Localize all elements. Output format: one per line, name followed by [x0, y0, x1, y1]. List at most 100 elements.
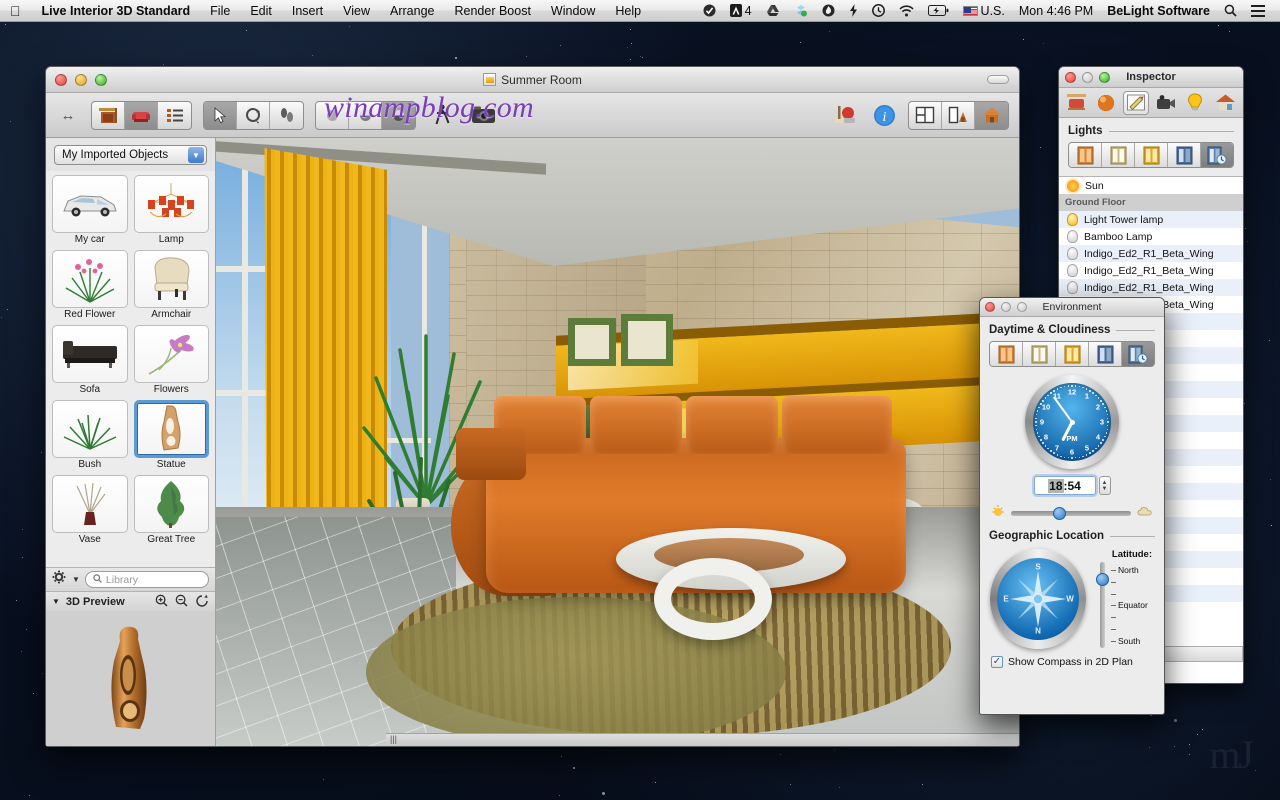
walk-tool-icon[interactable]	[270, 102, 303, 129]
gear-menu-chevron-icon[interactable]: ▼	[72, 575, 80, 584]
list-item[interactable]: Light Tower lamp	[1059, 211, 1243, 228]
night-icon[interactable]	[1089, 342, 1122, 366]
menu-render-boost[interactable]: Render Boost	[444, 0, 540, 22]
plan-2d-view-icon[interactable]	[909, 101, 942, 129]
menu-arrange[interactable]: Arrange	[380, 0, 444, 22]
3d-preview-viewport[interactable]	[46, 611, 215, 746]
furniture-tool-icon[interactable]	[125, 101, 158, 129]
custom-time-icon[interactable]	[1122, 342, 1154, 366]
search-input[interactable]: Library	[84, 571, 209, 588]
building-icon[interactable]	[1212, 91, 1238, 115]
latitude-slider[interactable]: North Equator South	[1092, 562, 1154, 648]
bulb-off-icon[interactable]	[1067, 264, 1078, 277]
menu-help[interactable]: Help	[605, 0, 651, 22]
menu-app-name[interactable]: Live Interior 3D Standard	[32, 0, 201, 22]
library-category-popup[interactable]: My Imported Objects ▼	[54, 145, 207, 165]
stepper-up-down-icon[interactable]: ▲ ▼	[1098, 476, 1111, 495]
render-boost-icon[interactable]	[830, 101, 860, 130]
checkmark-badge-icon[interactable]	[696, 4, 723, 17]
compass-control[interactable]: S N E W	[990, 549, 1086, 649]
edit-pencil-icon[interactable]	[1123, 90, 1150, 115]
object-properties-icon[interactable]	[1064, 91, 1090, 115]
time-machine-icon[interactable]	[865, 4, 892, 17]
list-icon[interactable]	[1244, 4, 1272, 17]
disclosure-triangle-icon[interactable]: ▼	[52, 597, 60, 606]
list-item[interactable]: Sun	[1059, 177, 1243, 194]
info-icon[interactable]: i	[869, 101, 899, 130]
menubar-user[interactable]: BeLight Software	[1100, 4, 1217, 18]
3d-scene-viewport[interactable]: |||	[216, 138, 1019, 746]
camera-icon[interactable]	[1153, 91, 1179, 115]
zoom-out-icon[interactable]	[175, 594, 188, 610]
resize-arrows-icon[interactable]: ↔	[56, 107, 80, 124]
list-item[interactable]: Indigo_Ed2_R1_Beta_Wing	[1059, 279, 1243, 296]
library-item-statue[interactable]: Statue	[133, 400, 209, 471]
library-item-lamp[interactable]: Lamp	[133, 175, 209, 246]
pointer-icon[interactable]	[204, 101, 237, 129]
morning-light-icon[interactable]	[1069, 143, 1102, 167]
time-hours[interactable]: 18	[1048, 478, 1064, 493]
apple-icon[interactable]: 	[10, 4, 21, 18]
bulb-off-icon[interactable]	[1067, 247, 1078, 260]
rotate-icon[interactable]	[195, 594, 209, 610]
rotate-icon[interactable]	[237, 101, 270, 129]
materials-icon[interactable]	[1093, 91, 1119, 115]
time-input[interactable]: 18:54	[1033, 476, 1096, 495]
adobe-icon[interactable]: 4	[723, 4, 759, 18]
dropbox-icon[interactable]	[787, 4, 815, 17]
morning-icon[interactable]	[990, 342, 1023, 366]
checkbox-checked-icon[interactable]: ✓	[991, 656, 1003, 668]
list-item[interactable]: Indigo_Ed2_R1_Beta_Wing	[1059, 245, 1243, 262]
battery-icon[interactable]	[921, 5, 956, 16]
night-light-icon[interactable]	[1168, 143, 1201, 167]
custom-time-light-icon[interactable]	[1201, 143, 1233, 167]
library-item-sofa[interactable]: Sofa	[52, 325, 128, 396]
day-light-icon[interactable]	[1102, 143, 1135, 167]
cloudiness-slider[interactable]	[1011, 507, 1131, 520]
time-minutes[interactable]: 54	[1068, 479, 1081, 493]
wall-tool-icon[interactable]	[92, 101, 125, 129]
menu-view[interactable]: View	[333, 0, 380, 22]
library-item-great-tree[interactable]: Great Tree	[133, 475, 209, 546]
inspector-title-bar[interactable]: Inspector	[1059, 67, 1243, 88]
split-view-icon[interactable]	[942, 101, 975, 129]
library-item-vase[interactable]: Vase	[52, 475, 128, 546]
close-button[interactable]	[55, 73, 67, 86]
toolbar-toggle-button[interactable]	[987, 75, 1009, 84]
menubar-clock[interactable]: Mon 4:46 PM	[1012, 4, 1100, 18]
minimize-button[interactable]	[75, 73, 87, 86]
library-item-my-car[interactable]: My car	[52, 175, 128, 246]
search-icon[interactable]	[1217, 4, 1244, 17]
input-source-indicator[interactable]: U.S.	[956, 4, 1012, 18]
window-title-bar[interactable]: Summer Room	[46, 67, 1019, 93]
list-item[interactable]: Bamboo Lamp	[1059, 228, 1243, 245]
lights-icon[interactable]	[1182, 91, 1208, 115]
menu-file[interactable]: File	[200, 0, 240, 22]
latitude-knob[interactable]	[1096, 573, 1109, 587]
gear-icon[interactable]	[52, 570, 67, 589]
library-item-red-flower[interactable]: Red Flower	[52, 250, 128, 321]
zoom-in-icon[interactable]	[155, 594, 168, 610]
list-view-icon[interactable]	[158, 102, 191, 129]
zoom-button[interactable]	[95, 73, 107, 86]
wifi-icon[interactable]	[892, 4, 921, 17]
evening-light-icon[interactable]	[1135, 143, 1168, 167]
bulb-on-icon[interactable]	[1067, 213, 1078, 226]
library-item-armchair[interactable]: Armchair	[133, 250, 209, 321]
droplet-icon[interactable]	[815, 4, 842, 17]
library-item-flowers[interactable]: Flowers	[133, 325, 209, 396]
library-item-bush[interactable]: Bush	[52, 400, 128, 471]
google-drive-icon[interactable]	[759, 4, 787, 17]
bolt-icon[interactable]	[842, 4, 865, 17]
show-compass-checkbox-row[interactable]: ✓ Show Compass in 2D Plan	[980, 649, 1164, 668]
bulb-off-icon[interactable]	[1067, 230, 1078, 243]
environment-title-bar[interactable]: Environment	[980, 298, 1164, 317]
3d-view-icon[interactable]	[975, 101, 1008, 129]
menu-edit[interactable]: Edit	[240, 0, 282, 22]
menu-window[interactable]: Window	[541, 0, 605, 22]
analog-clock-control[interactable]: PM 12 1 2 3 4 5 6 7 8 9 10 11	[980, 375, 1164, 469]
menu-insert[interactable]: Insert	[282, 0, 333, 22]
noon-icon[interactable]	[1023, 342, 1056, 366]
bulb-off-icon[interactable]	[1067, 281, 1078, 294]
list-item[interactable]: Indigo_Ed2_R1_Beta_Wing	[1059, 262, 1243, 279]
